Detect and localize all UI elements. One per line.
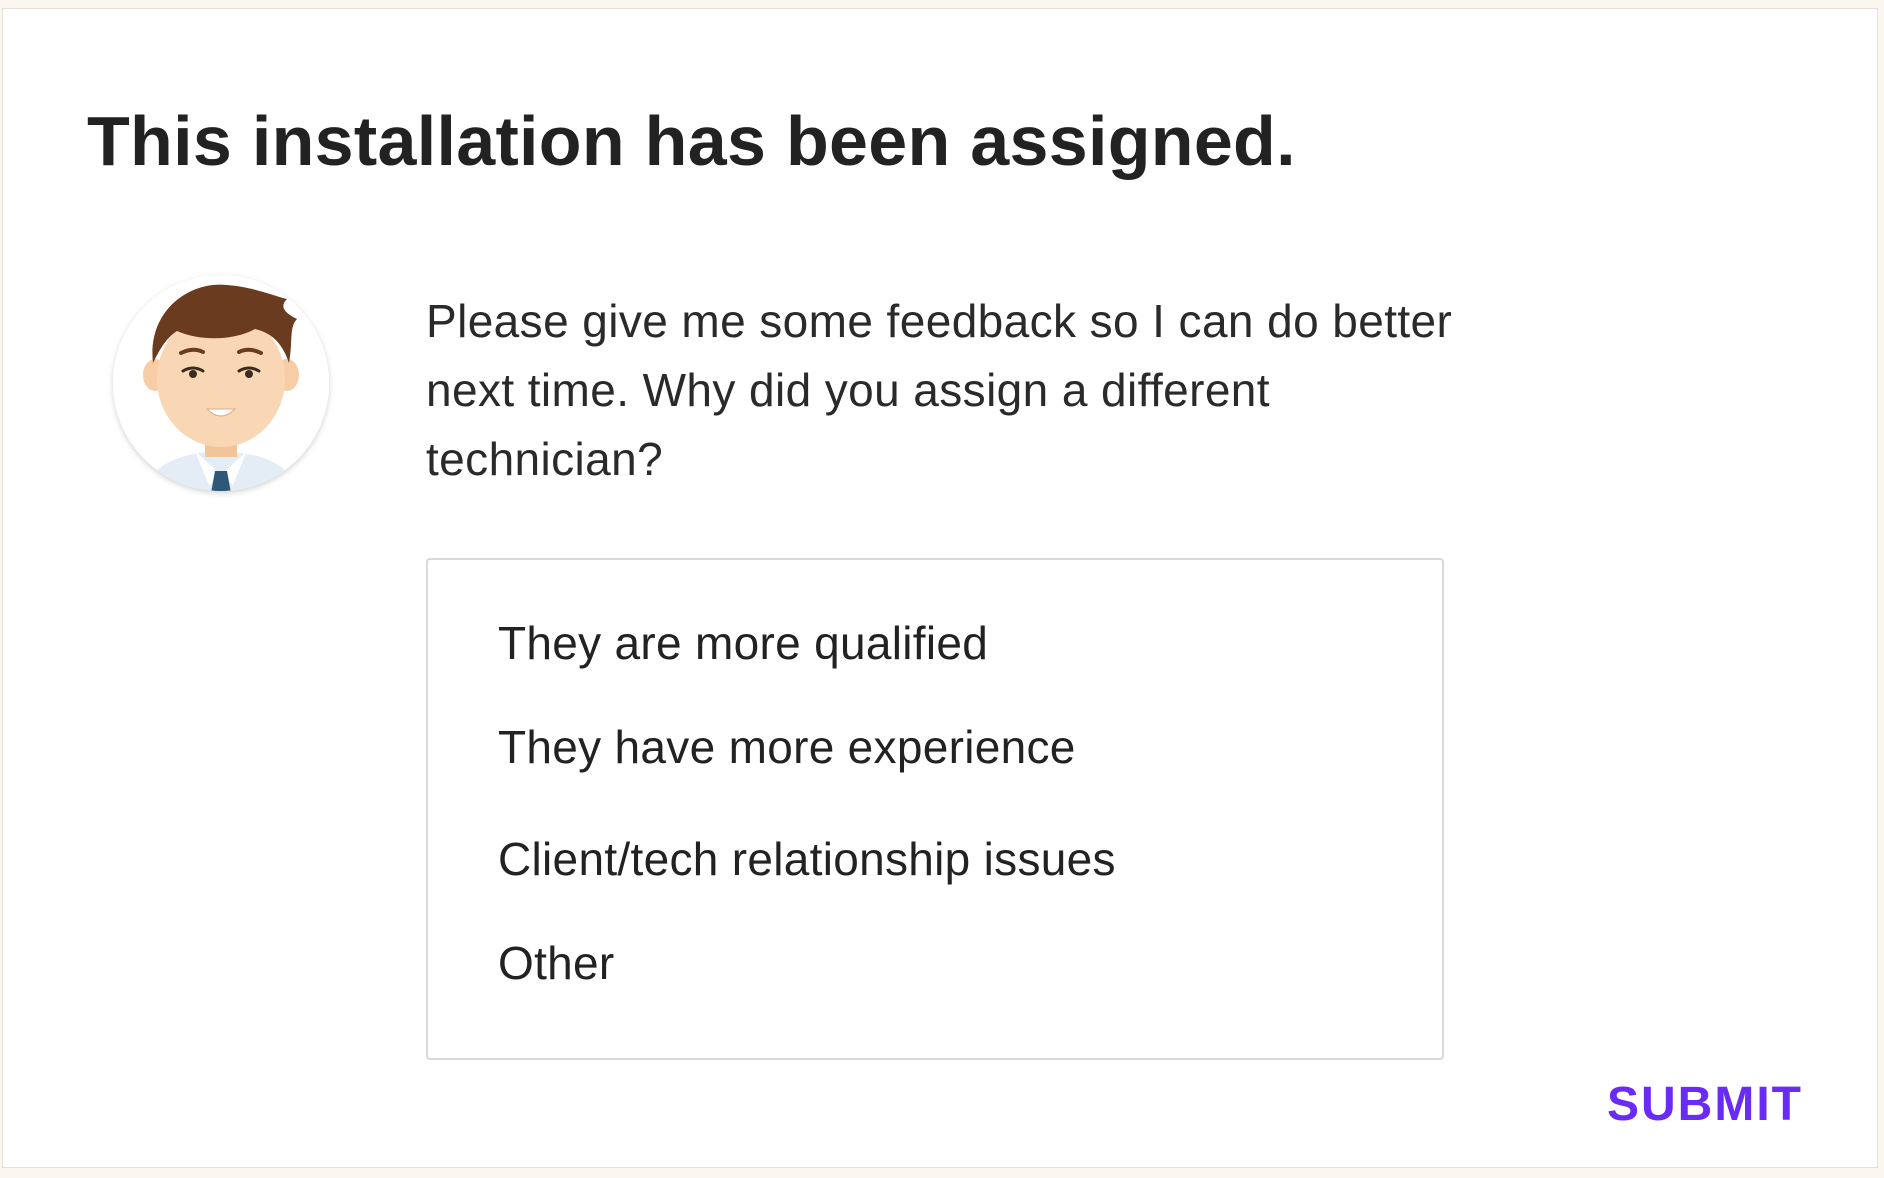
submit-button[interactable]: SUBMIT (1593, 1069, 1817, 1140)
feedback-dialog: This installation has been assigned. Ple… (2, 8, 1878, 1168)
option-relationship-issues[interactable]: Client/tech relationship issues (498, 832, 1116, 886)
option-more-qualified[interactable]: They are more qualified (498, 616, 988, 670)
option-other[interactable]: Other (498, 936, 615, 990)
dialog-title: This installation has been assigned. (87, 102, 1296, 180)
option-more-experience[interactable]: They have more experience (498, 720, 1076, 774)
technician-avatar-icon (103, 271, 339, 499)
feedback-question: Please give me some feedback so I can do… (426, 295, 1453, 485)
reason-options-list: They are more qualified They have more e… (426, 558, 1444, 1060)
